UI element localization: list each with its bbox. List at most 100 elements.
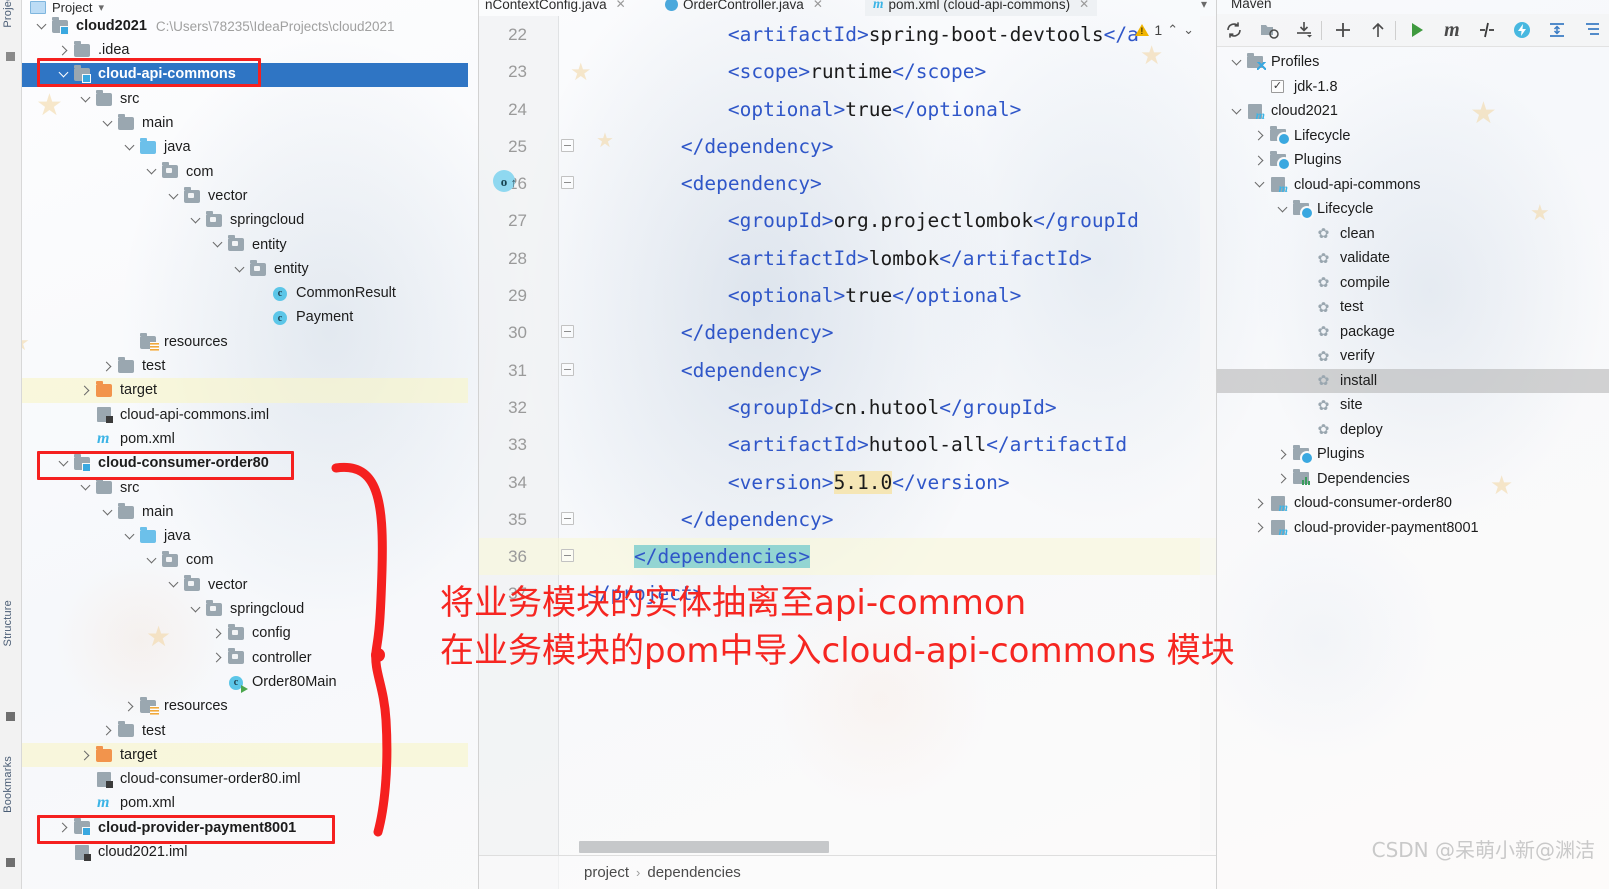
code-line[interactable]: 34 <version>5.1.0</version> [479, 464, 1216, 501]
code-fold-icon[interactable] [561, 511, 574, 525]
code-line[interactable]: 25 </dependency> [479, 128, 1216, 165]
maven-tree-row[interactable]: Dependencies [1217, 467, 1609, 492]
code-fold-icon[interactable] [561, 362, 574, 376]
tree-row[interactable]: entity [22, 257, 468, 281]
maven-tree-row[interactable]: cloud-provider-payment8001 [1217, 516, 1609, 541]
chevron-down-icon[interactable] [36, 20, 49, 33]
chevron-down-icon[interactable]: ▾ [1201, 0, 1207, 11]
skip-tests-icon[interactable] [1469, 15, 1504, 45]
code-line[interactable]: 22 <artifactId>spring-boot-devtools</a [479, 16, 1216, 53]
code-line[interactable]: 26o <dependency> [479, 164, 1216, 202]
chevron-down-icon[interactable] [58, 68, 71, 81]
tree-row[interactable]: springcloud [22, 208, 468, 232]
code-fold-icon[interactable] [561, 138, 574, 152]
chevron-down-icon[interactable] [1231, 105, 1244, 118]
code-line[interactable]: 33 <artifactId>hutool-all</artifactId [479, 426, 1216, 463]
code-line[interactable]: 36 </dependencies> [479, 538, 1216, 576]
chevron-down-icon[interactable] [124, 530, 137, 543]
maven-tree-row[interactable]: ✓ jdk-1.8 [1217, 75, 1609, 100]
tree-row-root[interactable]: cloud2021 C:\Users\78235\IdeaProjects\cl… [22, 14, 468, 38]
maven-tree-row[interactable]: cloud2021 [1217, 99, 1609, 124]
breadcrumb-item-dependencies[interactable]: dependencies [647, 864, 740, 881]
tree-row[interactable]: m pom.xml [22, 427, 468, 451]
chevron-down-icon[interactable] [102, 506, 115, 519]
chevron-right-icon[interactable] [1254, 154, 1267, 167]
tree-row[interactable]: cloud2021.iml [22, 840, 468, 864]
code-line[interactable]: 24 <optional>true</optional> [479, 91, 1216, 128]
tab-ncontextconfig[interactable]: nContextConfig.java ✕ [479, 0, 634, 16]
maven-tree-row[interactable]: Profiles [1217, 50, 1609, 75]
expand-icon[interactable] [1539, 15, 1574, 45]
tree-row[interactable]: cloud-consumer-order80.iml [22, 767, 468, 791]
maven-tree[interactable]: Profiles ✓ jdk-1.8 cloud2021 Lifecycle Plugin… [1217, 50, 1609, 889]
chevron-down-icon[interactable] [124, 141, 137, 154]
tree-row[interactable]: cloud-consumer-order80 [22, 451, 468, 475]
maven-reimport-icon[interactable]: o [493, 164, 517, 201]
breadcrumb[interactable]: project › dependencies [479, 855, 1216, 889]
maven-tree-row[interactable]: ✿ clean [1217, 222, 1609, 247]
chevron-down-icon[interactable] [1254, 178, 1267, 191]
chevron-right-icon[interactable] [1254, 497, 1267, 510]
collapse-all-icon[interactable] [1574, 15, 1609, 45]
tree-row[interactable]: java [22, 135, 468, 159]
tree-row[interactable]: java [22, 524, 468, 548]
tree-row[interactable]: main [22, 500, 468, 524]
maven-tree-row[interactable]: ✿ deploy [1217, 418, 1609, 443]
tree-row[interactable]: vector [22, 573, 468, 597]
plus-icon[interactable] [1326, 15, 1361, 45]
tab-pom-xml[interactable]: m pom.xml (cloud-api-commons) ✕ [865, 0, 1098, 16]
chevron-down-icon[interactable] [234, 263, 247, 276]
tree-row[interactable]: test [22, 354, 468, 378]
sidebar-item-structure[interactable]: Structure [2, 600, 14, 646]
chevron-right-icon[interactable] [58, 821, 71, 834]
close-icon[interactable]: ✕ [1079, 0, 1089, 11]
maven-tree-row[interactable]: Plugins [1217, 442, 1609, 467]
tree-row[interactable]: com [22, 160, 468, 184]
code-line[interactable]: 27 <groupId>org.projectlombok</groupId [479, 202, 1216, 239]
code-fold-icon[interactable] [561, 549, 574, 563]
tree-row[interactable]: c CommonResult [22, 281, 468, 305]
chevron-right-icon[interactable] [1254, 129, 1267, 142]
tree-row[interactable]: entity [22, 233, 468, 257]
tree-row[interactable]: src [22, 87, 468, 111]
tree-row[interactable]: cloud-api-commons.iml [22, 403, 468, 427]
code-fold-icon[interactable] [561, 325, 574, 339]
maven-tree-row[interactable]: Lifecycle [1217, 124, 1609, 149]
chevron-right-icon[interactable] [1277, 472, 1290, 485]
maven-m-icon[interactable]: m [1434, 15, 1469, 45]
scrollbar-thumb[interactable] [579, 841, 829, 853]
chevron-down-icon[interactable] [102, 117, 115, 130]
chevron-down-icon[interactable] [190, 603, 203, 616]
chevron-down-icon[interactable]: ⌄ [1183, 22, 1194, 38]
tree-row[interactable]: c Payment [22, 306, 468, 330]
tree-row[interactable]: config [22, 621, 468, 645]
maven-tree-row[interactable]: cloud-api-commons [1217, 173, 1609, 198]
maven-tree-row[interactable]: ✿ verify [1217, 344, 1609, 369]
breadcrumb-item-project[interactable]: project [584, 864, 629, 881]
code-line[interactable]: 23 <scope>runtime</scope> [479, 53, 1216, 90]
chevron-right-icon[interactable] [102, 360, 115, 373]
chevron-right-icon[interactable] [212, 651, 225, 664]
tab-ordercontroller[interactable]: OrderController.java ✕ [657, 0, 831, 16]
maven-tree-row[interactable]: cloud-consumer-order80 [1217, 491, 1609, 516]
project-tree[interactable]: cloud2021 C:\Users\78235\IdeaProjects\cl… [22, 14, 468, 889]
chevron-down-icon[interactable] [146, 165, 159, 178]
collapse-up-icon[interactable] [1361, 20, 1396, 40]
chevron-right-icon[interactable] [102, 724, 115, 737]
maven-tree-row[interactable]: ✿ compile [1217, 271, 1609, 296]
tree-row[interactable]: springcloud [22, 597, 468, 621]
close-icon[interactable]: ✕ [616, 0, 626, 11]
maven-tree-row[interactable]: Lifecycle [1217, 197, 1609, 222]
maven-tree-row[interactable]: ✿ site [1217, 393, 1609, 418]
tree-row[interactable]: cloud-provider-payment8001 [22, 816, 468, 840]
tree-row[interactable]: resources [22, 694, 468, 718]
code-line[interactable]: 31 <dependency> [479, 352, 1216, 389]
code-line[interactable]: 35 </dependency> [479, 501, 1216, 538]
tree-row[interactable]: m pom.xml [22, 792, 468, 816]
chevron-down-icon[interactable] [146, 554, 159, 567]
run-icon[interactable] [1400, 15, 1435, 45]
left-tool-strip[interactable]: Project Structure Bookmarks [0, 0, 22, 889]
project-editor-splitter[interactable] [478, 0, 479, 889]
chevron-up-icon[interactable]: ⌃ [1167, 22, 1178, 38]
code-line[interactable]: 29 <optional>true</optional> [479, 277, 1216, 314]
